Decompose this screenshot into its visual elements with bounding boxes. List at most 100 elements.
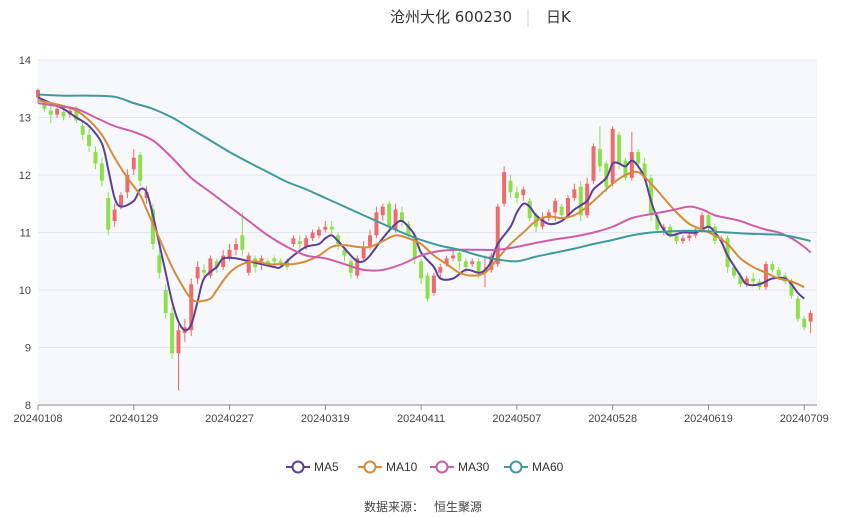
candlestick — [795, 295, 800, 322]
candle-body — [259, 258, 264, 262]
candle-body — [502, 172, 507, 204]
candle-body — [610, 129, 615, 184]
candlestick — [170, 307, 175, 359]
legend-marker — [363, 460, 377, 474]
candle-body — [310, 232, 315, 239]
candle-body — [674, 235, 679, 242]
candle-body — [291, 238, 296, 244]
candle-body — [636, 152, 641, 164]
x-tick-label: 20240108 — [14, 413, 63, 425]
candle-body — [246, 255, 251, 273]
candle-body — [476, 261, 481, 273]
chart-title: 沧州大化 600230 — [390, 8, 512, 26]
candle-body — [419, 261, 424, 279]
candle-body — [138, 154, 143, 181]
legend-item-ma10: MA10 — [358, 460, 418, 474]
x-tick-label: 20240411 — [397, 413, 445, 425]
candlestick — [425, 272, 430, 302]
candle-body — [629, 152, 634, 178]
candle-body — [597, 149, 602, 167]
legend-label: MA30 — [458, 460, 490, 474]
candle-body — [572, 189, 577, 198]
candle-body — [202, 269, 206, 273]
candle-body — [361, 246, 366, 259]
candle-body — [763, 264, 768, 288]
y-tick-label: 13 — [19, 113, 31, 125]
candle-body — [591, 146, 596, 181]
candlestick — [208, 255, 213, 279]
legend-marker — [435, 460, 449, 474]
candlestick — [502, 166, 507, 207]
x-tick-label: 20240507 — [492, 413, 541, 425]
period-label: 日K — [546, 8, 572, 26]
x-tick-label: 20240528 — [588, 413, 637, 425]
x-axis: 20240108 20240129 20240227 20240319 20240411… — [14, 405, 829, 425]
y-tick-label: 12 — [19, 170, 31, 182]
candlestick — [578, 180, 583, 221]
candle-body — [272, 258, 277, 262]
candle-body — [617, 134, 622, 164]
kline-chart: 沧州大化 600230 日K 891011121314 20240108 2024… — [14, 8, 829, 514]
candle-body — [157, 255, 162, 273]
candle-body — [374, 212, 379, 236]
legend-label: MA5 — [314, 460, 339, 474]
candle-body — [425, 275, 430, 299]
candle-body — [514, 192, 519, 198]
candle-body — [751, 278, 756, 282]
candle-body — [240, 235, 245, 250]
x-tick-label: 20240619 — [684, 413, 733, 425]
candle-body — [55, 108, 60, 115]
candle-body — [700, 215, 705, 230]
candle-body — [329, 226, 334, 230]
candlestick — [623, 157, 628, 181]
candle-body — [61, 111, 66, 117]
candle-body — [176, 330, 181, 354]
candle-body — [508, 180, 513, 193]
x-tick-label: 20240227 — [205, 413, 254, 425]
candle-body — [368, 235, 373, 247]
y-tick-label: 14 — [19, 55, 31, 67]
candle-body — [795, 298, 800, 319]
x-tick-label: 20240129 — [109, 413, 158, 425]
candle-body — [680, 238, 685, 242]
candle-body — [399, 212, 404, 221]
candle-body — [195, 267, 200, 279]
legend-item-ma60: MA60 — [504, 460, 564, 474]
source-value: 恒生聚源 — [434, 500, 482, 514]
candle-body — [559, 206, 564, 216]
candlestick — [106, 192, 111, 236]
candle-body — [565, 198, 570, 216]
candle-body — [387, 203, 392, 227]
candle-body — [776, 269, 781, 276]
candle-body — [470, 261, 475, 265]
source-label: 数据来源： — [364, 499, 424, 514]
candle-body — [99, 163, 104, 181]
candle-body — [802, 318, 807, 328]
candle-body — [316, 229, 321, 236]
candle-body — [687, 235, 692, 239]
legend-label: MA10 — [386, 460, 418, 474]
candle-body — [808, 313, 813, 322]
y-tick-label: 10 — [19, 285, 31, 297]
candlestick — [591, 143, 596, 184]
y-tick-label: 8 — [25, 400, 31, 412]
candle-body — [48, 110, 53, 115]
candle-body — [106, 198, 111, 230]
candle-body — [323, 226, 328, 230]
legend-marker — [291, 460, 305, 474]
candle-body — [380, 206, 385, 216]
candle-body — [431, 275, 436, 293]
candlestick — [431, 272, 436, 296]
candle-body — [80, 126, 85, 135]
x-tick-label: 20240709 — [780, 413, 829, 425]
candlestick — [610, 126, 615, 187]
candle-body — [163, 290, 168, 313]
candle-body — [521, 189, 526, 196]
legend-item-ma5: MA5 — [286, 460, 339, 474]
candle-body — [233, 244, 238, 250]
legend: MA5 MA10 MA30 MA60 — [286, 460, 564, 474]
candle-body — [451, 255, 456, 259]
candle-body — [119, 195, 123, 207]
x-tick-label: 20240319 — [301, 413, 350, 425]
candle-body — [87, 134, 92, 147]
